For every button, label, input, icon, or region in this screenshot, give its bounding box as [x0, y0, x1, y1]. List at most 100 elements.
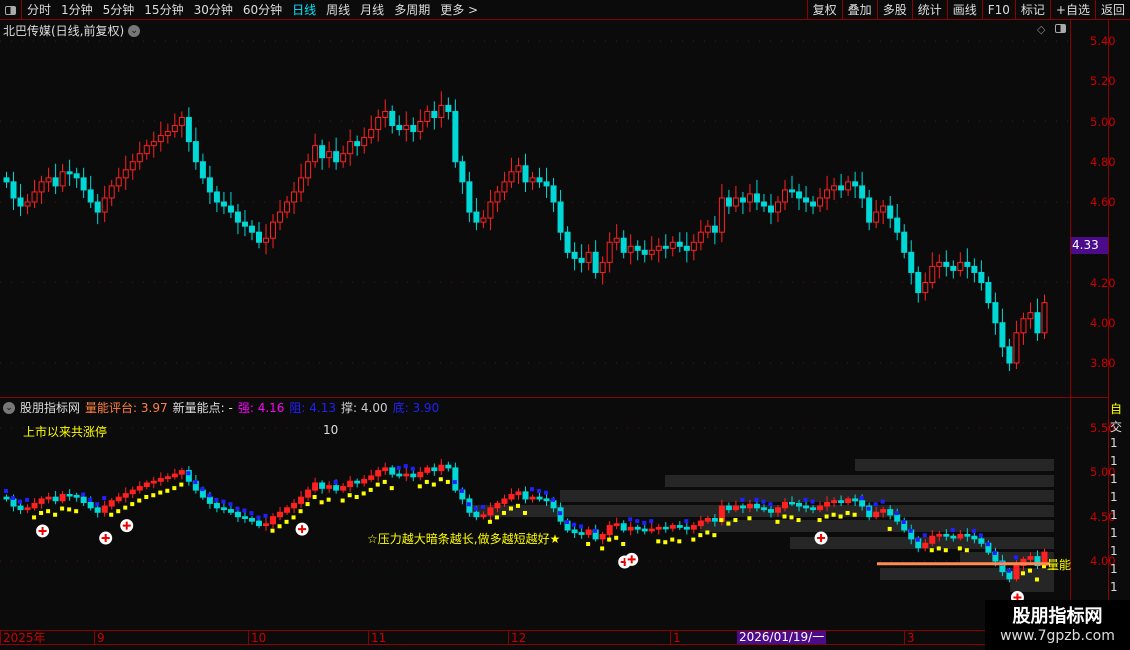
indicator-candle-body [824, 502, 831, 507]
candle-body [284, 201, 291, 213]
candle-body [536, 177, 543, 183]
trend-dot [256, 515, 261, 520]
candle-body [613, 237, 620, 243]
candle-body [382, 110, 389, 118]
candle-body [529, 177, 536, 183]
trend-dot [508, 506, 513, 511]
trend-dot [326, 497, 331, 502]
indicator-candle-body [943, 533, 950, 537]
candle-body [859, 185, 866, 199]
trend-dot [593, 528, 598, 533]
trend-dot [866, 506, 871, 511]
time-axis[interactable]: 2025年 9 10 11 12 1 3 [0, 630, 1108, 645]
trend-dot [515, 503, 520, 508]
candle-body [375, 116, 382, 131]
trend-dot [740, 497, 745, 502]
indicator-candle-body [248, 517, 255, 522]
trend-dot [32, 515, 37, 520]
trend-dot [859, 496, 864, 501]
candle-body [59, 171, 66, 187]
candle-body [866, 197, 873, 223]
trend-dot [887, 526, 892, 531]
trend-dot [361, 491, 366, 496]
candle-body [999, 322, 1006, 348]
trend-dot [298, 509, 303, 514]
trend-dot [480, 504, 485, 509]
time-label: 1 [670, 631, 681, 645]
indicator-candle-body [585, 529, 592, 535]
trend-dot [565, 520, 570, 525]
indicator-candle-body [396, 473, 403, 477]
indicator-candle-body [781, 502, 789, 509]
indicator-candle-body [508, 494, 515, 500]
candle-body [971, 265, 978, 273]
candle-body [305, 161, 312, 179]
indicator-header: ⌄ 股朋指标网 量能评台: 3.97 新量能点: - 强: 4.16 阻: 4.… [3, 399, 439, 416]
candle-body [445, 104, 452, 112]
price-label: 4.00 [1090, 315, 1116, 330]
chevron-down-icon[interactable]: ⌄ [3, 401, 15, 414]
candle-body [739, 197, 746, 203]
candle-body [732, 197, 739, 207]
candle-body [929, 265, 936, 283]
time-label: 12 [508, 631, 526, 645]
indicator-candle-body [241, 516, 248, 519]
indicator-candle-body [817, 505, 824, 511]
strong-value: 4.16 [257, 401, 285, 415]
new-point-value: - [228, 401, 233, 415]
indicator-candle-body [676, 525, 683, 528]
trend-dot [537, 488, 542, 493]
indicator-candle-body [31, 502, 38, 509]
trend-dot [649, 519, 654, 524]
indicator-candle-body [157, 478, 164, 482]
trend-dot [712, 533, 717, 538]
indicator-candle-body [655, 526, 662, 530]
current-price-tag: 4.33 [1071, 237, 1108, 254]
candle-body [241, 221, 248, 227]
indicator-candle-body [333, 485, 340, 491]
trend-dot [733, 518, 738, 523]
indicator-candle-body [424, 467, 431, 473]
trend-dot [501, 510, 506, 515]
indicator-candle-body [417, 471, 424, 478]
indicator-candle-body [964, 533, 971, 537]
trend-dot [698, 533, 703, 538]
indicator-candle-body [403, 473, 410, 477]
candle-body [417, 121, 424, 133]
candle-body [227, 205, 234, 213]
candle-body [774, 201, 781, 213]
trend-dot [663, 540, 668, 545]
candle-body [52, 177, 59, 187]
indicator-candle-body [52, 496, 59, 502]
trend-dot [102, 496, 107, 501]
indicator-candle-body [620, 523, 627, 531]
indicator-candle-body [880, 509, 887, 513]
trend-dot [116, 509, 121, 514]
trend-dot [831, 512, 836, 517]
trend-dot [845, 510, 850, 515]
indicator-candle-body [262, 523, 270, 527]
indicator-candle-body [206, 496, 213, 504]
candle-body [901, 231, 908, 253]
trend-dot [487, 519, 492, 524]
trend-dot [410, 466, 415, 471]
right-column-cell: 自 [1110, 402, 1123, 416]
indicator-candle-body [129, 489, 136, 495]
candle-body [817, 197, 824, 207]
candle-body [1013, 332, 1020, 364]
trend-dot [270, 528, 275, 533]
candle-body [1020, 318, 1027, 334]
trend-dot [172, 486, 177, 491]
indicator-candle-body [115, 496, 122, 502]
indicator-candle-body [767, 509, 774, 513]
indicator-candle-body [473, 511, 480, 518]
trend-dot [964, 548, 969, 553]
trend-dot [929, 548, 934, 553]
indicator-candle-body [648, 528, 655, 532]
bottom-value: 3.90 [412, 401, 440, 415]
candle-body [164, 131, 171, 137]
indicator-candle-body [950, 535, 957, 539]
right-column-cell: 交 [1110, 420, 1123, 434]
candle-body [255, 231, 262, 243]
trend-dot [761, 499, 766, 504]
